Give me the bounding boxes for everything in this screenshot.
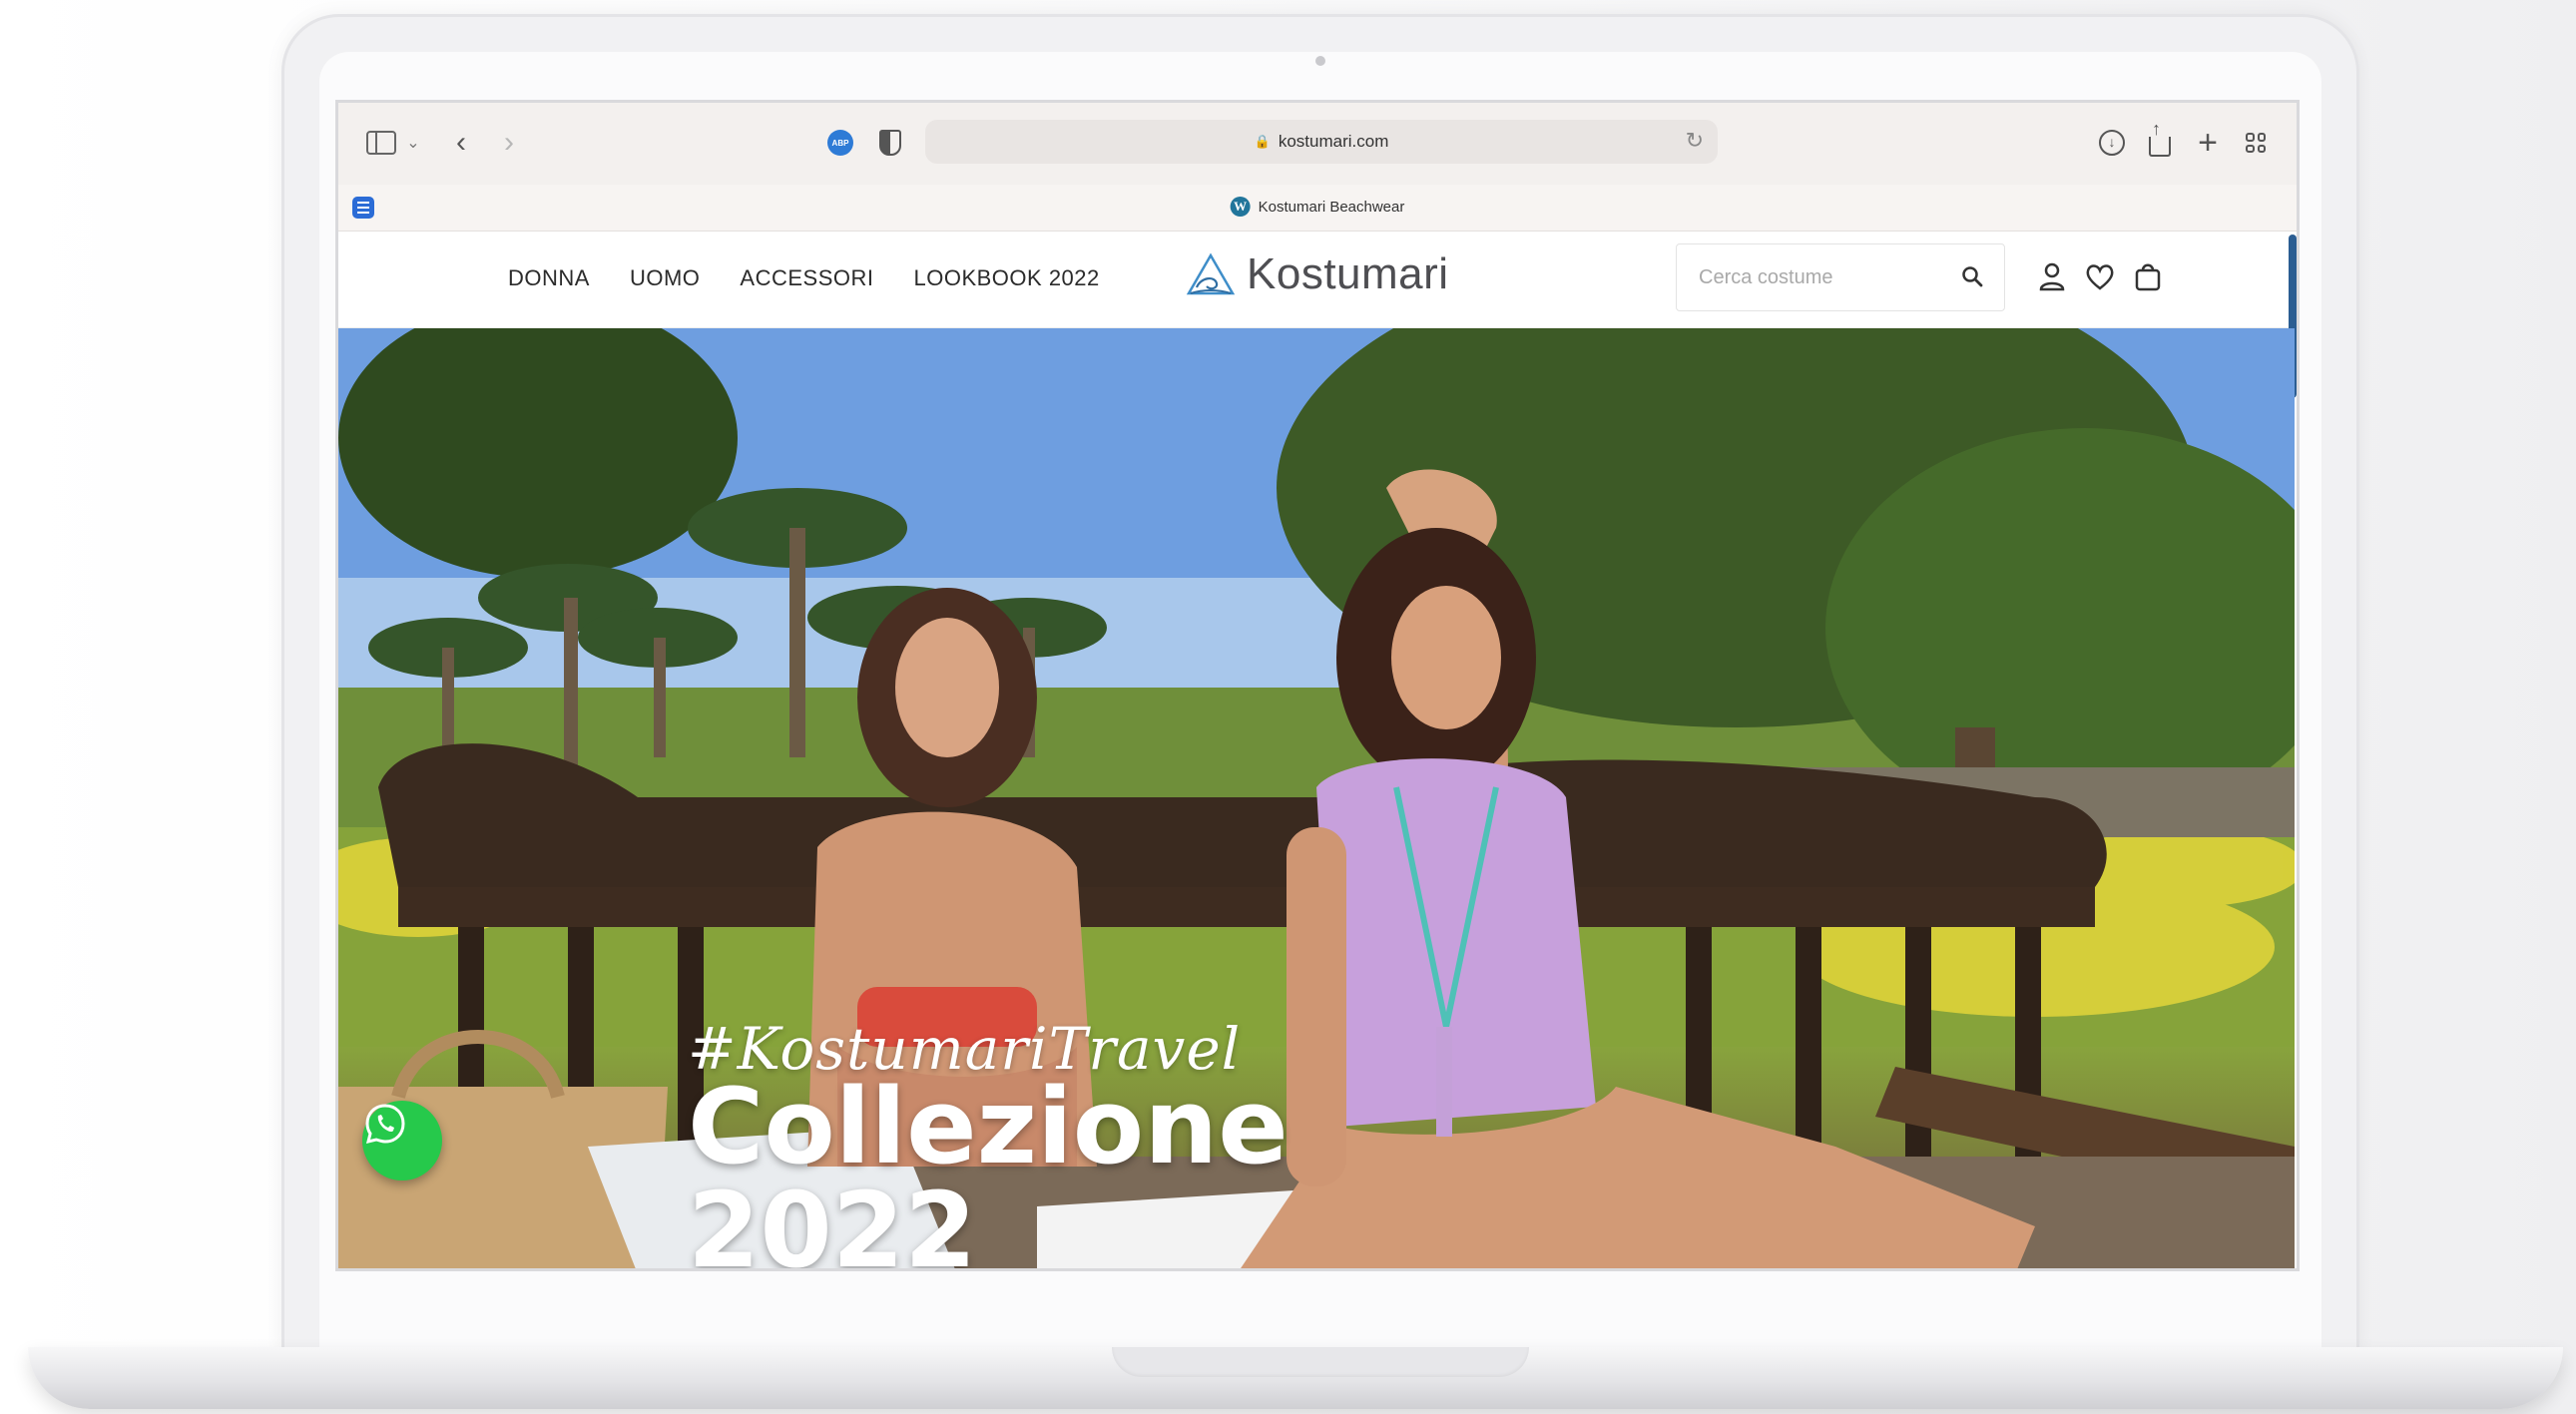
main-nav: DONNA UOMO ACCESSORI LOOKBOOK 2022: [508, 265, 1100, 291]
tab-active[interactable]: W Kostumari Beachwear: [1230, 197, 1405, 217]
laptop-mockup: ⌄ ‹ › ABP 🔒 kostumari.com ↻ ↓ + W Kostum…: [0, 0, 2576, 1414]
download-icon[interactable]: ↓: [2095, 125, 2129, 161]
share-icon[interactable]: [2143, 119, 2177, 161]
address-bar[interactable]: 🔒 kostumari.com ↻: [925, 120, 1718, 164]
reload-icon[interactable]: ↻: [1686, 128, 1704, 154]
hero-photo: [338, 328, 2295, 1268]
whatsapp-icon: [365, 1104, 405, 1145]
logo-text: Kostumari: [1247, 249, 1449, 298]
wordpress-favicon-icon: W: [1230, 197, 1251, 217]
shopping-bag-icon[interactable]: [2131, 259, 2165, 293]
hero-title-line1: Collezione: [688, 1066, 1288, 1187]
browser-toolbar: ⌄ ‹ › ABP 🔒 kostumari.com ↻ ↓ +: [338, 103, 2297, 186]
browser-window: ⌄ ‹ › ABP 🔒 kostumari.com ↻ ↓ + W Kostum…: [335, 100, 2300, 1271]
forward-button[interactable]: ›: [494, 125, 524, 161]
tab-overview-icon[interactable]: [2239, 125, 2273, 161]
privacy-shield-icon[interactable]: [875, 125, 905, 161]
hero-title: Collezione 2022: [688, 1066, 1288, 1271]
site-header: DONNA UOMO ACCESSORI LOOKBOOK 2022 Kostu…: [338, 232, 2297, 328]
new-tab-button[interactable]: +: [2191, 124, 2225, 162]
search-input[interactable]: [1677, 264, 1950, 290]
wishlist-heart-icon[interactable]: [2083, 259, 2117, 293]
lock-icon: 🔒: [1254, 134, 1271, 149]
hero-accent-bar: [690, 1268, 937, 1271]
sidebar-toggle-icon[interactable]: [364, 125, 398, 161]
nav-item-lookbook[interactable]: LOOKBOOK 2022: [914, 265, 1100, 291]
adblock-extension-icon[interactable]: ABP: [825, 125, 855, 161]
tab-bar: W Kostumari Beachwear: [338, 185, 2297, 232]
hero-title-line2: 2022: [688, 1170, 977, 1271]
site-logo[interactable]: Kostumari: [1185, 249, 1449, 299]
account-icon[interactable]: [2035, 259, 2069, 293]
search-icon[interactable]: [1960, 264, 1984, 288]
camera-icon: [1315, 56, 1325, 66]
nav-item-donna[interactable]: DONNA: [508, 265, 590, 291]
back-button[interactable]: ‹: [446, 125, 476, 161]
tab-title: Kostumari Beachwear: [1258, 198, 1405, 216]
nav-item-uomo[interactable]: UOMO: [630, 265, 700, 291]
whatsapp-chat-button[interactable]: [362, 1101, 442, 1180]
search-box: [1676, 243, 2005, 311]
nav-item-accessori[interactable]: ACCESSORI: [740, 265, 873, 291]
logo-mark-icon: [1186, 252, 1236, 295]
hero-banner[interactable]: #KostumariTravel Collezione 2022: [338, 328, 2295, 1271]
chevron-down-icon[interactable]: ⌄: [404, 125, 422, 161]
reader-icon[interactable]: [352, 197, 374, 219]
url-text: kostumari.com: [1278, 132, 1389, 151]
laptop-opening-notch: [1112, 1347, 1529, 1377]
